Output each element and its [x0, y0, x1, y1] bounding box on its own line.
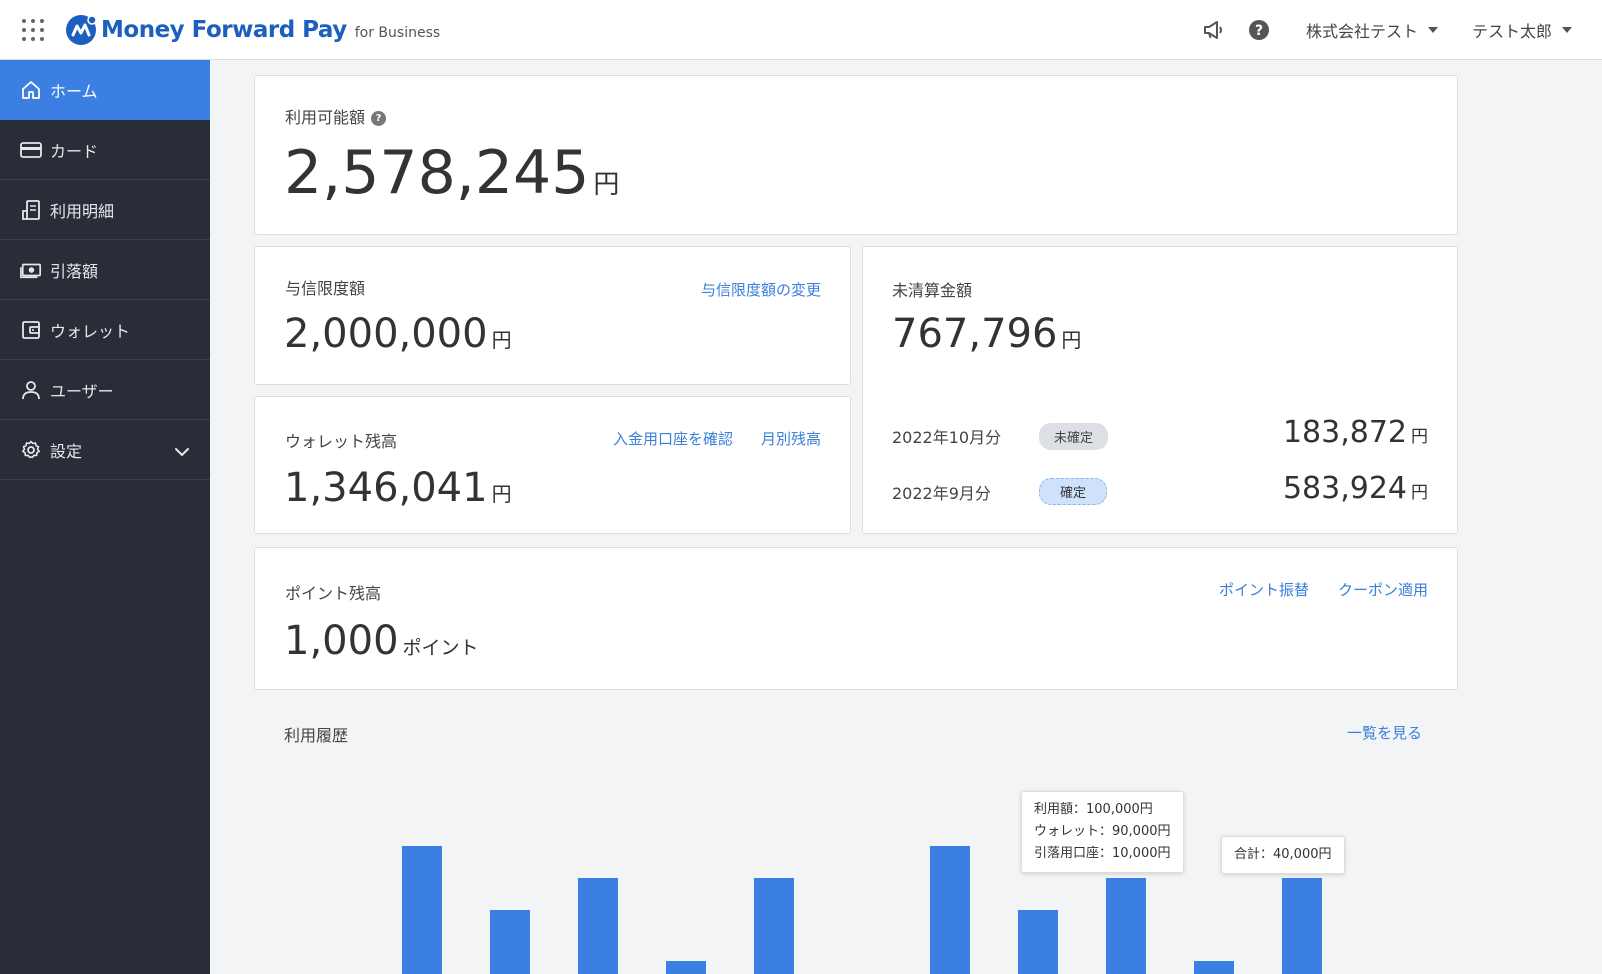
- sidebar-item-label: 設定: [50, 441, 83, 461]
- money-icon: [20, 259, 42, 281]
- usage-history-label: 利用履歴: [284, 726, 349, 745]
- unsettled-amount-label: 未清算金額: [892, 281, 973, 300]
- wallet-balance-card: ウォレット残高 入金用口座を確認 月別残高 1,346,041 円: [254, 396, 851, 534]
- sidebar-item-settings[interactable]: 設定: [0, 420, 210, 480]
- sidebar-item-debit[interactable]: 引落額: [0, 240, 210, 300]
- chart-bar[interactable]: [666, 961, 706, 974]
- usage-history-chart: [210, 760, 1602, 974]
- apply-coupon-link[interactable]: クーポン適用: [1338, 579, 1428, 600]
- sidebar: ホーム カード 利用明細 引落額 ウォレット ユーザー 設定: [0, 60, 210, 974]
- chart-bar[interactable]: [1018, 910, 1058, 974]
- change-credit-limit-link[interactable]: 与信限度額の変更: [701, 279, 821, 300]
- view-all-link[interactable]: 一覧を見る: [1347, 722, 1422, 743]
- chart-bar[interactable]: [490, 910, 530, 974]
- sidebar-item-label: ホーム: [50, 81, 98, 101]
- card-icon: [20, 139, 42, 161]
- unsettled-month-september: 2022年9月分: [892, 484, 991, 503]
- wallet-icon: [20, 319, 42, 341]
- app-grid-icon[interactable]: [22, 18, 44, 41]
- credit-limit-label: 与信限度額: [285, 279, 366, 298]
- home-icon: [20, 79, 42, 101]
- credit-limit-value: 2,000,000 円: [284, 311, 512, 357]
- available-amount-label: 利用可能額?: [285, 104, 387, 128]
- user-icon: [20, 379, 42, 401]
- help-icon[interactable]: ?: [1246, 17, 1272, 43]
- sidebar-item-label: 利用明細: [50, 201, 115, 221]
- logo[interactable]: Money Forward Pay for Business: [65, 14, 440, 46]
- point-balance-card: ポイント残高 ポイント振替 クーポン適用 1,000 ポイント: [254, 547, 1458, 690]
- credit-limit-card: 与信限度額 与信限度額の変更 2,000,000 円: [254, 246, 851, 385]
- receipt-icon: [20, 199, 42, 221]
- point-balance-value: 1,000 ポイント: [284, 618, 479, 664]
- monthly-balance-link[interactable]: 月別残高: [761, 428, 821, 449]
- logo-text: Money Forward Pay: [101, 16, 347, 43]
- sidebar-item-label: ユーザー: [50, 381, 114, 401]
- available-amount-value: 2,578,245 円: [284, 138, 620, 208]
- chart-bar[interactable]: [402, 846, 442, 974]
- sidebar-item-statement[interactable]: 利用明細: [0, 180, 210, 240]
- chart-bar[interactable]: [1282, 878, 1322, 974]
- unsettled-amount-september: 583,924 円: [1282, 471, 1428, 506]
- svg-text:?: ?: [1255, 23, 1263, 39]
- announcement-icon[interactable]: [1200, 17, 1226, 43]
- sidebar-item-label: カード: [50, 141, 99, 161]
- unsettled-amount-value: 767,796 円: [892, 311, 1082, 357]
- gear-icon: [20, 439, 42, 461]
- chart-tooltip: 利用額：100,000円 ウォレット：90,000円 引落用口座：10,000円: [1021, 791, 1184, 873]
- company-dropdown[interactable]: 株式会社テスト: [1306, 18, 1438, 42]
- sidebar-item-label: 引落額: [50, 261, 99, 281]
- chart-bar[interactable]: [754, 878, 794, 974]
- sidebar-item-home[interactable]: ホーム: [0, 60, 210, 120]
- help-icon[interactable]: ?: [371, 111, 387, 126]
- logo-mark-icon: [66, 14, 97, 45]
- wallet-balance-value: 1,346,041 円: [284, 465, 512, 511]
- chevron-down-icon: [1427, 26, 1438, 33]
- chart-bar[interactable]: [930, 846, 970, 974]
- sidebar-item-user[interactable]: ユーザー: [0, 360, 210, 420]
- status-badge: 確定: [1039, 478, 1108, 505]
- chart-bar[interactable]: [1194, 961, 1234, 974]
- unsettled-amount-october: 183,872 円: [1282, 415, 1428, 450]
- unsettled-amount-card: 未清算金額 767,796 円 2022年10月分 未確定 183,872 円 …: [862, 246, 1458, 534]
- wallet-balance-label: ウォレット残高: [285, 432, 398, 451]
- main-content: 利用可能額? 2,578,245 円 与信限度額 与信限度額の変更 2,000,…: [210, 60, 1602, 974]
- unsettled-month-october: 2022年10月分: [892, 428, 1002, 447]
- logo-subtext: for Business: [354, 24, 441, 41]
- sidebar-item-label: ウォレット: [50, 321, 131, 341]
- point-transfer-link[interactable]: ポイント振替: [1219, 579, 1309, 600]
- available-amount-card: 利用可能額? 2,578,245 円: [254, 75, 1458, 235]
- status-badge: 未確定: [1039, 423, 1109, 450]
- chevron-down-icon: [1562, 26, 1572, 33]
- chart-bar[interactable]: [1106, 878, 1146, 974]
- chart-tooltip-total: 合計：40,000円: [1221, 836, 1345, 874]
- user-name: テスト太郎: [1471, 21, 1552, 41]
- user-dropdown[interactable]: テスト太郎: [1472, 18, 1572, 42]
- point-balance-label: ポイント残高: [285, 584, 382, 603]
- chevron-down-icon[interactable]: [174, 442, 190, 461]
- top-header: Money Forward Pay for Business ? 株式会社テスト…: [0, 0, 1602, 60]
- company-name: 株式会社テスト: [1305, 21, 1418, 41]
- sidebar-item-wallet[interactable]: ウォレット: [0, 300, 210, 360]
- chart-bar[interactable]: [578, 878, 618, 974]
- check-deposit-account-link[interactable]: 入金用口座を確認: [613, 428, 733, 449]
- sidebar-item-card[interactable]: カード: [0, 120, 210, 180]
